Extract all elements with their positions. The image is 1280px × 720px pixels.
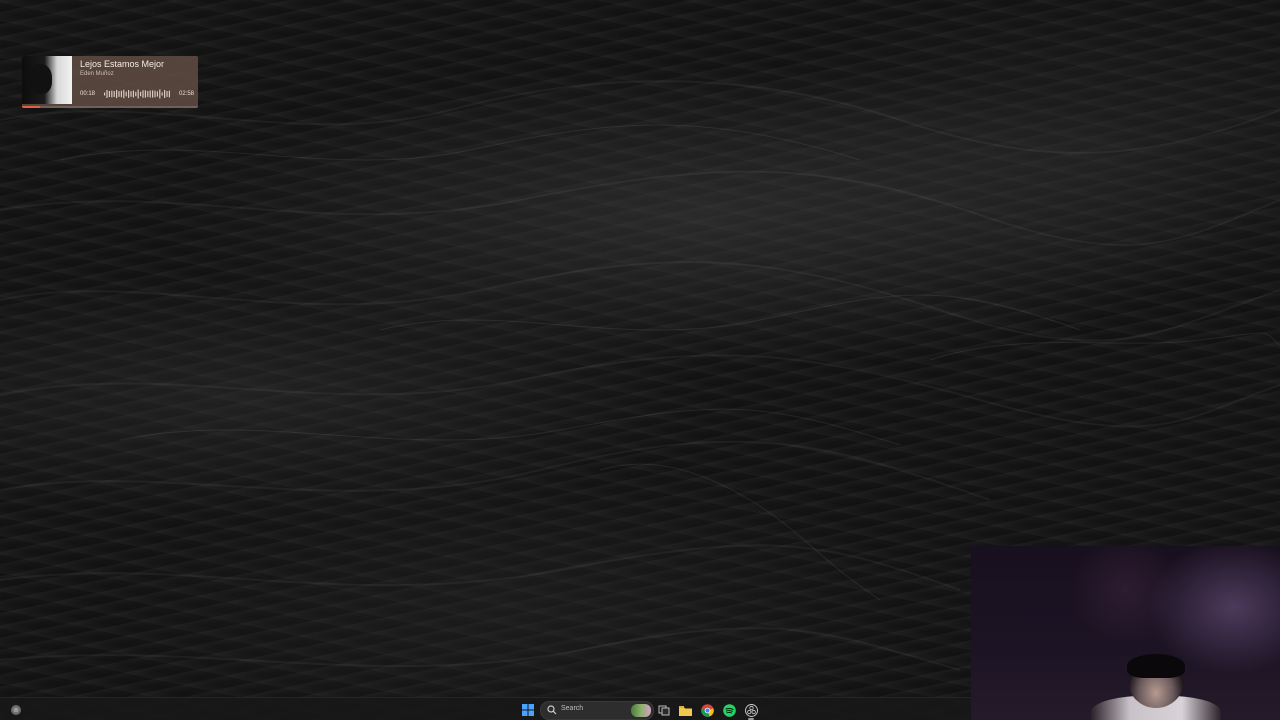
- waveform-bar: [168, 90, 170, 98]
- waveform-bar: [159, 89, 161, 99]
- windows-start-icon: [522, 704, 534, 716]
- folder-icon: [678, 705, 692, 716]
- desktop: Lejos Estamos Mejor Eden Muñoz 00:18 02:…: [0, 0, 1280, 720]
- waveform-bar: [152, 90, 154, 98]
- taskbar: Search: [0, 697, 971, 720]
- task-view-button[interactable]: [656, 702, 672, 718]
- track-title: Lejos Estamos Mejor: [80, 59, 165, 69]
- search-icon: [547, 705, 557, 715]
- webcam-overlay: [971, 546, 1280, 720]
- taskbar-search-box[interactable]: Search: [540, 701, 654, 720]
- waveform-bar: [130, 91, 132, 97]
- webcam-person-hair: [1127, 654, 1185, 678]
- waveform-bar: [120, 90, 122, 98]
- waveform-bar: [113, 91, 115, 97]
- waveform-bar: [154, 90, 156, 98]
- waveform-bar: [116, 89, 118, 99]
- file-explorer-button[interactable]: [677, 702, 693, 718]
- waveform-bar: [144, 90, 146, 98]
- chrome-button[interactable]: [699, 702, 715, 718]
- search-placeholder: Search: [561, 705, 584, 712]
- waveform-bar: [142, 90, 144, 98]
- waveform-bar: [106, 90, 108, 98]
- spotify-icon: [722, 703, 736, 717]
- waveform-bar: [161, 92, 163, 96]
- waveform-bar: [137, 89, 139, 99]
- obs-icon: [744, 703, 758, 717]
- waveform-bar: [123, 89, 125, 99]
- start-button[interactable]: [520, 702, 536, 718]
- waveform-bar: [156, 91, 158, 97]
- obs-studio-button[interactable]: [743, 702, 759, 720]
- waveform-bar: [135, 91, 137, 97]
- waveform-bar: [104, 92, 106, 96]
- widgets-button[interactable]: [8, 702, 24, 718]
- album-art: [22, 56, 72, 104]
- time-total: 02:58: [178, 91, 194, 97]
- waveform-visualizer: [104, 89, 170, 99]
- waveform-bar: [125, 91, 127, 97]
- waveform-bar: [140, 91, 142, 97]
- task-view-icon: [658, 705, 670, 716]
- playback-progress-track[interactable]: [22, 106, 198, 108]
- waveform-bar: [132, 90, 134, 98]
- waveform-bar: [149, 90, 151, 98]
- playback-progress-fill: [22, 106, 40, 108]
- now-playing-widget[interactable]: Lejos Estamos Mejor Eden Muñoz 00:18 02:…: [22, 56, 198, 108]
- waveform-bar: [147, 91, 149, 97]
- time-elapsed: 00:18: [80, 91, 96, 97]
- waveform-bar: [111, 90, 113, 98]
- waveform-bar: [128, 90, 130, 98]
- waveform-bar: [118, 91, 120, 97]
- waveform-bar: [166, 91, 168, 97]
- spotify-button[interactable]: [721, 702, 737, 718]
- waveform-bar: [164, 90, 166, 98]
- search-highlight-art: [631, 704, 651, 717]
- chrome-icon: [700, 703, 714, 717]
- widgets-icon: [11, 705, 21, 715]
- waveform-bar: [108, 90, 110, 98]
- track-artist: Eden Muñoz: [80, 71, 114, 77]
